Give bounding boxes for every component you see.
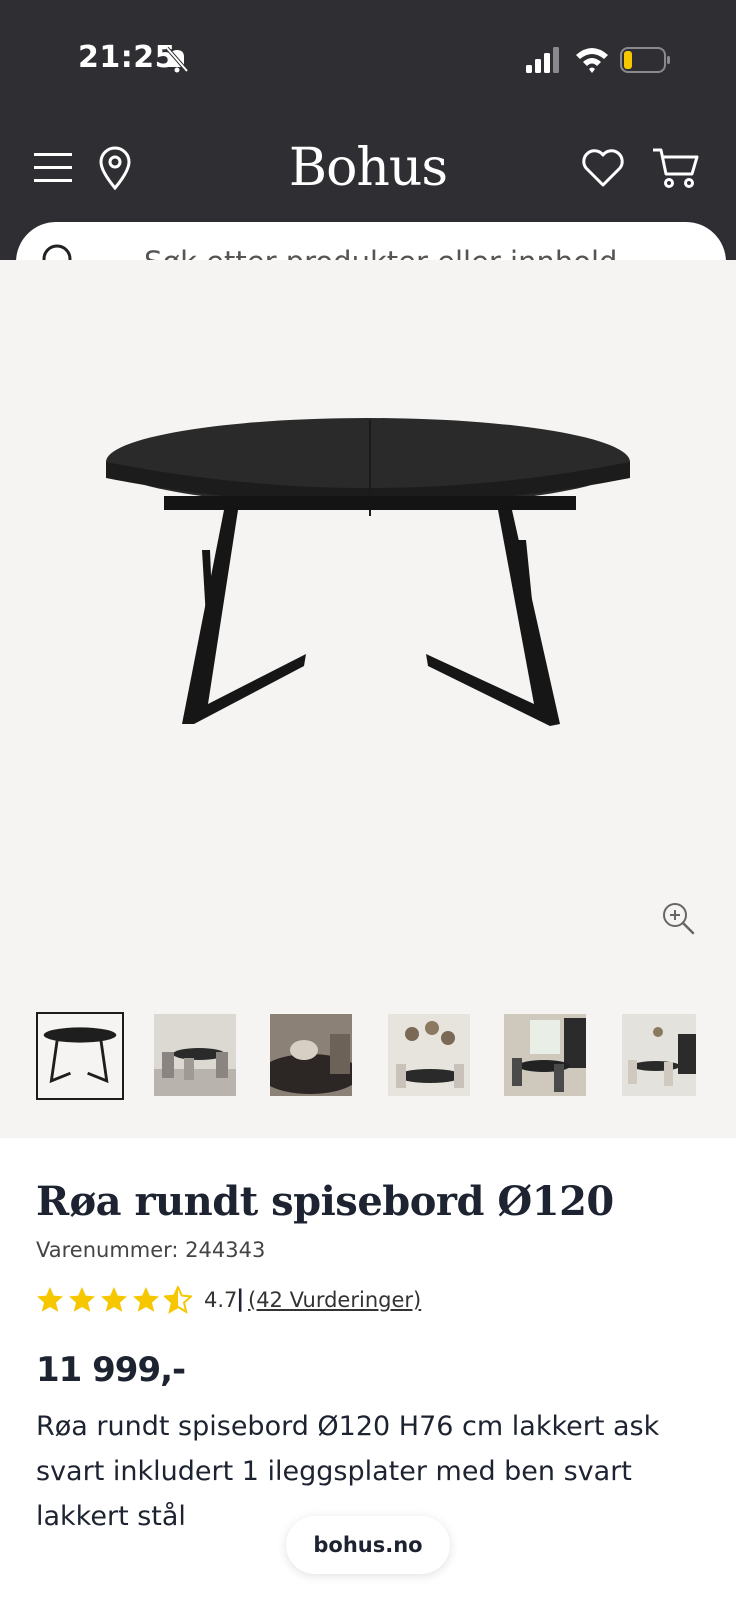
- site-url-pill[interactable]: bohus.no: [286, 1516, 450, 1574]
- rating-separator: |: [236, 1286, 245, 1312]
- product-title: Røa rundt spisebord Ø120: [36, 1178, 614, 1225]
- thumbnail-4[interactable]: [388, 1014, 470, 1096]
- thumbnail-strip: [36, 1012, 736, 1104]
- thumbnail-2[interactable]: [154, 1014, 236, 1096]
- product-price: 11 999,-: [36, 1350, 186, 1390]
- battery-icon: [620, 47, 670, 73]
- product-sku: Varenummer: 244343: [36, 1238, 266, 1262]
- reviews-link[interactable]: (42 Vurderinger): [248, 1288, 421, 1312]
- signal-icon: [526, 47, 559, 73]
- cart-icon[interactable]: [652, 146, 700, 190]
- product-gallery: [0, 260, 736, 1138]
- thumbnail-3[interactable]: [270, 1014, 352, 1096]
- bell-muted-icon: [165, 46, 189, 73]
- star-icon: [69, 1287, 95, 1312]
- heart-icon[interactable]: [580, 148, 626, 188]
- thumbnail-6[interactable]: [622, 1014, 696, 1096]
- zoom-in-icon[interactable]: [660, 900, 696, 936]
- star-icon: [37, 1287, 63, 1312]
- star-icon: [133, 1287, 159, 1312]
- status-bar: 21:25: [0, 0, 736, 120]
- wifi-icon: [576, 48, 608, 73]
- app-header: 21:25 Bohus: [0, 0, 736, 260]
- star-half-icon: [164, 1286, 192, 1314]
- thumbnail-5[interactable]: [504, 1014, 586, 1096]
- product-image[interactable]: [90, 410, 650, 860]
- thumbnail-1[interactable]: [36, 1012, 124, 1100]
- rating-value: 4.7: [204, 1288, 238, 1312]
- star-icon: [101, 1287, 127, 1312]
